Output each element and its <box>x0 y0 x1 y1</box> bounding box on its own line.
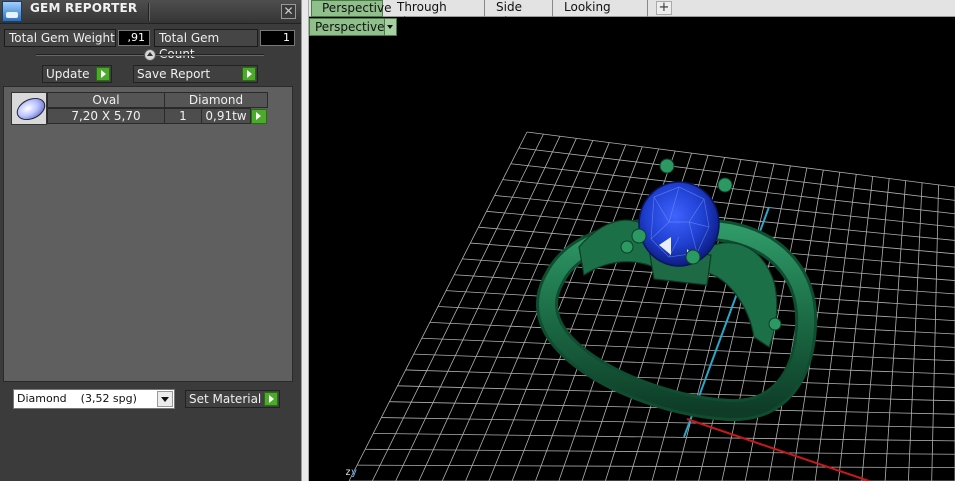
set-material-label: Set Material <box>189 392 262 406</box>
title-divider <box>148 3 149 21</box>
gem-shape-cell: Oval <box>47 92 165 108</box>
gem-reporter-panel: GEM REPORTER ✕ Total Gem Weight ,91 Tota… <box>0 0 301 481</box>
tab-side-view[interactable]: Side View <box>485 0 553 29</box>
save-report-label: Save Report <box>137 67 211 81</box>
save-report-button[interactable]: Save Report <box>133 65 258 83</box>
grid-line <box>395 136 561 481</box>
3d-viewport[interactable]: Perspective zy <box>309 17 955 481</box>
material-select[interactable]: Diamond (3,52 spg) <box>13 389 175 409</box>
grid-line <box>348 131 528 481</box>
grid-line <box>838 176 874 481</box>
tab-perspective-label: Perspective <box>322 1 392 15</box>
panel-splitter[interactable] <box>301 0 309 481</box>
view-mode-label: Perspective <box>315 20 385 34</box>
gem-row-action-button[interactable] <box>251 109 267 124</box>
axis-indicator: zy <box>345 467 357 478</box>
material-selected-value: Diamond (3,52 spg) <box>17 392 137 405</box>
play-arrow-icon <box>264 392 278 406</box>
collapse-handle[interactable] <box>144 49 156 61</box>
grid-line <box>371 133 544 481</box>
total-gem-weight-value: ,91 <box>118 30 150 46</box>
total-gem-count-value: 1 <box>260 30 295 46</box>
gem-type-cell: Diamond <box>164 92 268 108</box>
gem-weight-cell: 0,91tw <box>201 108 251 124</box>
perspective-grid <box>348 131 955 481</box>
close-button[interactable]: ✕ <box>281 4 296 19</box>
axis-y-label: y <box>351 467 358 478</box>
dropdown-arrow-icon <box>157 391 173 407</box>
gem-size-cell: 7,20 X 5,70 <box>47 108 165 124</box>
scene-render <box>348 131 955 481</box>
play-arrow-icon <box>96 67 110 81</box>
total-gem-count-label: Total Gem Count <box>154 29 258 61</box>
update-button[interactable]: Update <box>42 65 112 83</box>
tab-perspective[interactable]: Perspective <box>311 0 392 17</box>
tab-through-finger[interactable]: Through Finger <box>385 0 485 29</box>
tab-looking-down[interactable]: Looking Down <box>553 0 648 29</box>
oval-gem-thumbnail-icon[interactable] <box>11 92 47 125</box>
view-tab-bar: Perspective Through Finger Side View Loo… <box>309 0 955 29</box>
gem-count-cell: 1 <box>164 108 202 124</box>
view-mode-dropdown[interactable]: Perspective <box>309 18 397 36</box>
gem-list: Oval Diamond 7,20 X 5,70 1 0,91tw <box>3 86 293 382</box>
panel-title: GEM REPORTER <box>30 1 138 15</box>
grid-line <box>441 140 594 481</box>
oval-gem <box>638 181 720 267</box>
grid-line <box>814 174 857 481</box>
update-button-label: Update <box>46 67 90 81</box>
dropdown-arrow-icon <box>384 19 396 35</box>
add-view-icon[interactable]: + <box>656 1 672 15</box>
set-material-button[interactable]: Set Material <box>185 390 280 408</box>
grid-line <box>861 178 890 481</box>
panel-title-bar: GEM REPORTER ✕ <box>0 0 301 24</box>
total-gem-weight-label: Total Gem Weight <box>4 29 116 47</box>
grid-line <box>511 146 643 481</box>
gem-reporter-icon <box>2 1 22 22</box>
play-arrow-icon <box>242 67 256 81</box>
